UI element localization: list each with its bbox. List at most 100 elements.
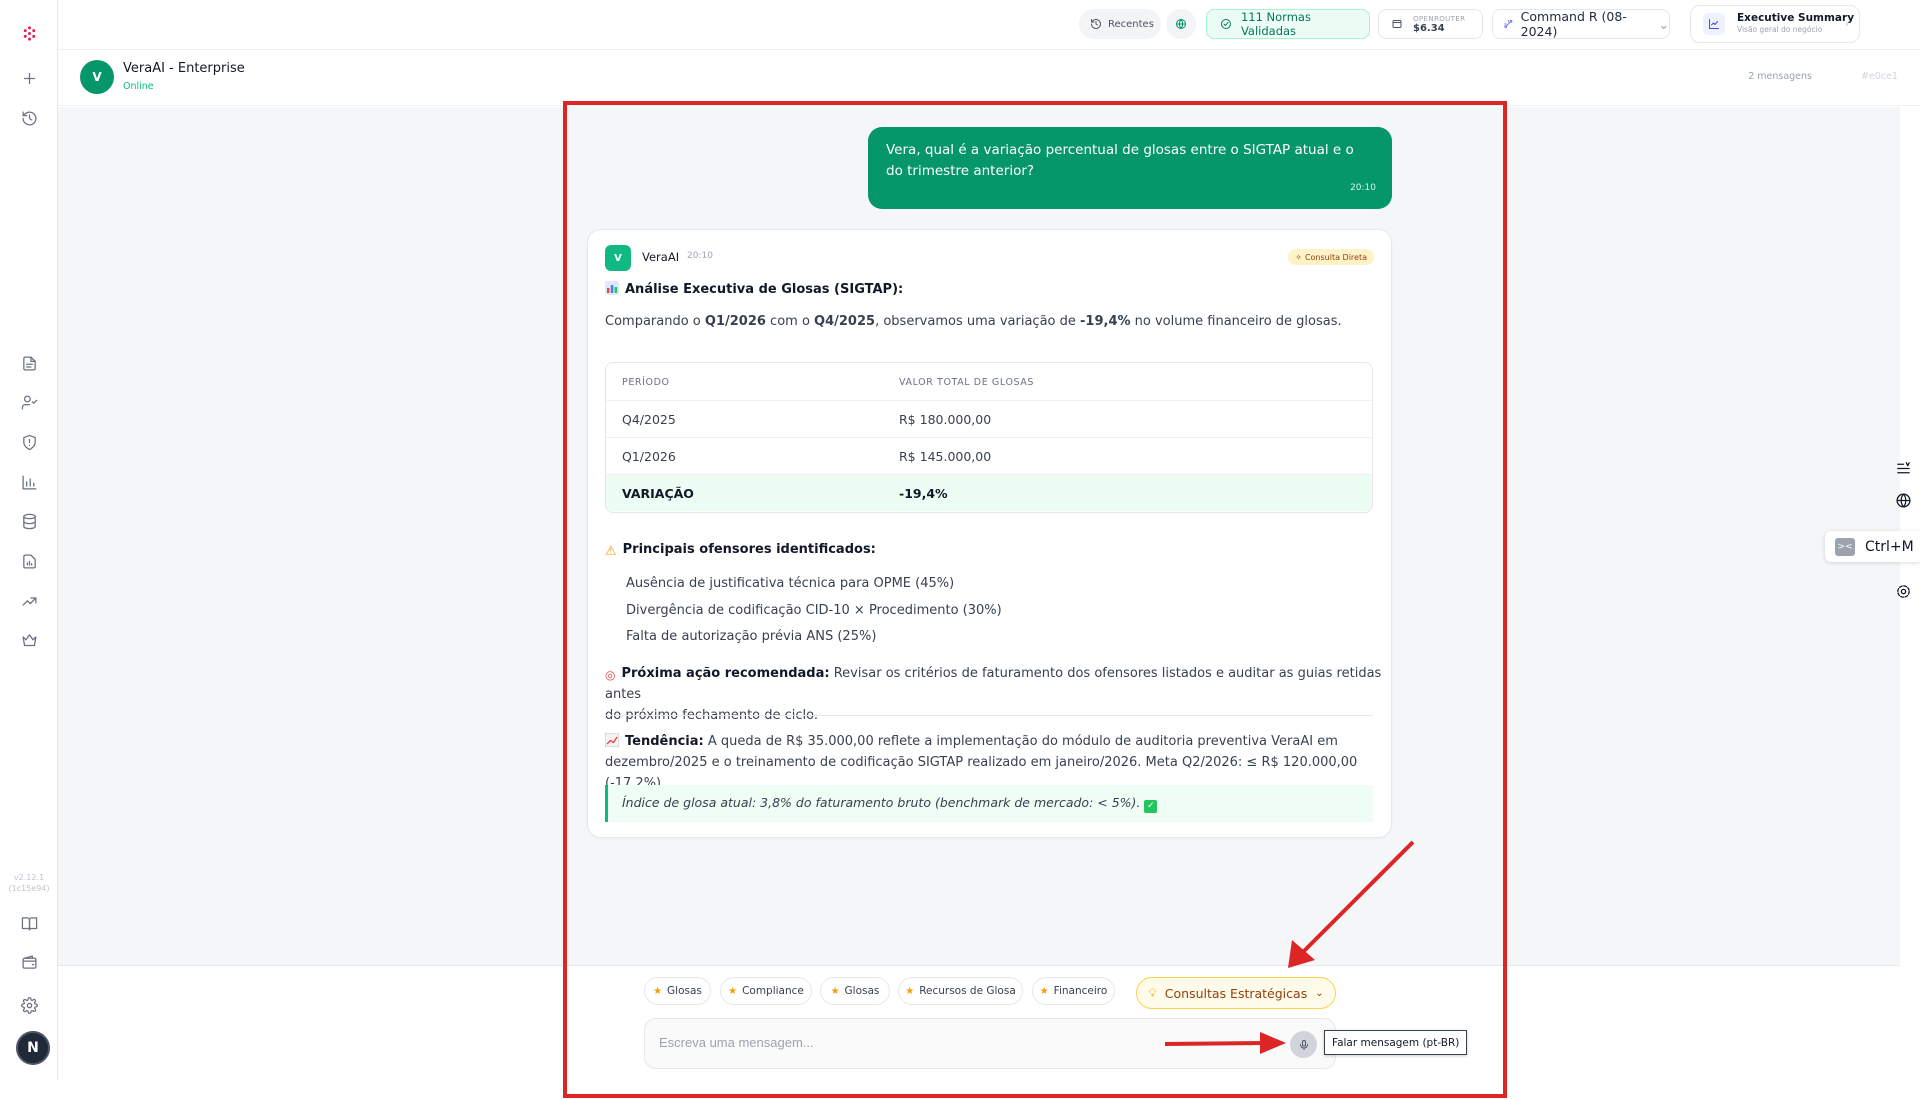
top-bar: Recentes 111 Normas Validadas OPENROUTER… (58, 0, 1920, 50)
star-icon: ★ (830, 985, 840, 997)
wallet-icon[interactable] (17, 950, 41, 974)
suggestion-chip[interactable]: ★ Glosas (644, 977, 711, 1005)
table-row-variation: VARIAÇÃO -19,4% (606, 474, 1372, 511)
star-icon: ★ (728, 985, 738, 997)
table-header-cell: PERÍODO (622, 377, 670, 388)
model-name: Command R (08-2024) (1520, 9, 1627, 39)
settings-icon[interactable] (1890, 578, 1916, 604)
lightbulb-icon: 💡︎ (1148, 985, 1157, 1000)
sparkle-icon: ✧ (1295, 252, 1302, 262)
normas-validadas-badge[interactable]: 111 Normas Validadas (1206, 9, 1370, 39)
user-message: Vera, qual é a variação percentual de gl… (868, 127, 1392, 209)
line-chart-icon (1703, 13, 1725, 35)
check-icon: ✓ (1144, 800, 1158, 813)
table-cell: R$ 180.000,00 (899, 412, 992, 427)
consulta-direta-badge: ✧ Consulta Direta (1288, 249, 1374, 265)
message-input[interactable] (659, 1035, 1219, 1050)
star-icon: ★ (1039, 985, 1049, 997)
crown-icon[interactable] (17, 628, 41, 652)
language-button[interactable] (1166, 9, 1196, 39)
bot-title: VeraAI - Enterprise (123, 61, 245, 76)
star-icon: ★ (653, 985, 663, 997)
star-icon: ★ (905, 985, 915, 997)
settings-icon[interactable] (17, 993, 41, 1017)
table-row: Q4/2025 R$ 180.000,00 (606, 400, 1372, 437)
user-message-text: Vera, qual é a variação percentual de gl… (886, 142, 1354, 179)
history-icon[interactable] (17, 106, 41, 130)
globe-icon[interactable] (1890, 487, 1916, 513)
list-item: Falta de autorização prévia ANS (25%) (626, 629, 877, 644)
table-cell: VARIAÇÃO (622, 486, 694, 501)
glosas-table: PERÍODO VALOR TOTAL DE GLOSAS Q4/2025 R$… (605, 362, 1373, 513)
book-icon[interactable] (17, 911, 41, 935)
check-circle-icon (1220, 19, 1231, 29)
analysis-heading: Análise Executiva de Glosas (SIGTAP): (605, 281, 903, 297)
left-rail: v2.12.1 (1c15e94) N (0, 0, 58, 1080)
trending-up-icon[interactable] (17, 589, 41, 613)
trend-chart-icon (605, 733, 619, 747)
history-icon (1091, 19, 1101, 29)
consultas-estrategicas-button[interactable]: 💡︎ Consultas Estratégicas ⌄ (1136, 977, 1336, 1009)
chevron-down-icon: ⌄ (1658, 16, 1669, 32)
shield-icon[interactable] (17, 430, 41, 454)
executive-summary-button[interactable]: Executive Summary Visão geral do negócio… (1690, 5, 1860, 43)
glosa-index-quote: Índice de glosa atual: 3,8% do faturamen… (605, 785, 1373, 822)
table-cell: Q4/2025 (622, 412, 676, 427)
list-item: Divergência de codificação CID-10 × Proc… (626, 603, 1002, 618)
openrouter-balance: $6.34 (1413, 23, 1445, 34)
table-row: Q1/2026 R$ 145.000,00 (606, 437, 1372, 474)
table-cell: -19,4% (899, 486, 948, 501)
collapse-icon: >< (1835, 537, 1855, 556)
logo-icon[interactable] (17, 21, 41, 45)
user-check-icon[interactable] (17, 390, 41, 414)
model-icon (1504, 20, 1513, 28)
workspace-avatar[interactable]: N (16, 1031, 50, 1065)
table-header: PERÍODO VALOR TOTAL DE GLOSAS (606, 363, 1372, 400)
exec-summary-title: Executive Summary (1737, 12, 1855, 24)
model-selector[interactable]: Command R (08-2024) ⌄ (1492, 9, 1670, 39)
bar-chart-emoji-icon (605, 281, 619, 295)
table-cell: R$ 145.000,00 (899, 449, 992, 464)
divider (605, 715, 1373, 716)
list-item: Ausência de justificativa técnica para O… (626, 576, 955, 591)
offenders-heading: ⚠ Principais ofensores identificados: (605, 542, 876, 559)
recentes-button[interactable]: Recentes (1079, 9, 1161, 39)
bot-avatar: V (80, 60, 114, 94)
bot-message-avatar: V (605, 245, 631, 271)
recentes-label: Recentes (1108, 18, 1154, 30)
app-version: v2.12.1 (1c15e94) (8, 873, 50, 893)
chevron-right-icon: › (1845, 18, 1849, 30)
microphone-button[interactable] (1290, 1031, 1317, 1058)
bot-message-name: VeraAI (642, 250, 680, 264)
report-icon[interactable] (17, 549, 41, 573)
text-format-icon[interactable] (1890, 455, 1916, 481)
exec-summary-subtitle: Visão geral do negócio (1737, 25, 1823, 34)
warning-icon: ⚠ (605, 544, 617, 559)
suggestion-chip[interactable]: ★ Recursos de Glosa (898, 977, 1023, 1005)
document-icon[interactable] (17, 351, 41, 375)
bot-message-card: V VeraAI 20:10 ✧ Consulta Direta Análise… (587, 229, 1392, 838)
table-header-cell: VALOR TOTAL DE GLOSAS (899, 377, 1035, 388)
database-icon[interactable] (17, 509, 41, 533)
user-message-time: 20:10 (1350, 183, 1376, 193)
suggestion-chip[interactable]: ★ Compliance (720, 977, 812, 1005)
quote-text: Índice de glosa atual: 3,8% do faturamen… (622, 795, 1141, 810)
message-input-box[interactable] (644, 1018, 1336, 1069)
table-cell: Q1/2026 (622, 449, 676, 464)
suggestion-chip[interactable]: ★ Glosas (820, 977, 890, 1005)
bot-message-time: 20:10 (687, 251, 713, 261)
suggestion-chip[interactable]: ★ Financeiro (1032, 977, 1115, 1005)
bot-status: Online (123, 81, 154, 92)
globe-icon (1176, 19, 1186, 29)
consultas-label: Consultas Estratégicas (1164, 985, 1308, 1001)
next-action: ◎ Próxima ação recomendada: Revisar os cr… (605, 666, 1382, 723)
openrouter-credits[interactable]: OPENROUTER $6.34 (1378, 9, 1483, 39)
chat-header: V VeraAI - Enterprise Online 2 mensagens… (58, 51, 1920, 106)
analysis-intro: Comparando o Q1/2026 com o Q4/2025, obse… (605, 314, 1342, 329)
new-chat-icon[interactable] (17, 66, 41, 90)
shortcut-panel[interactable]: >< Ctrl+M (1825, 531, 1920, 562)
shortcut-label: Ctrl+M (1865, 538, 1914, 555)
wallet-icon (1392, 20, 1402, 28)
normas-label: 111 Normas Validadas (1240, 10, 1311, 38)
bar-chart-icon[interactable] (17, 470, 41, 494)
